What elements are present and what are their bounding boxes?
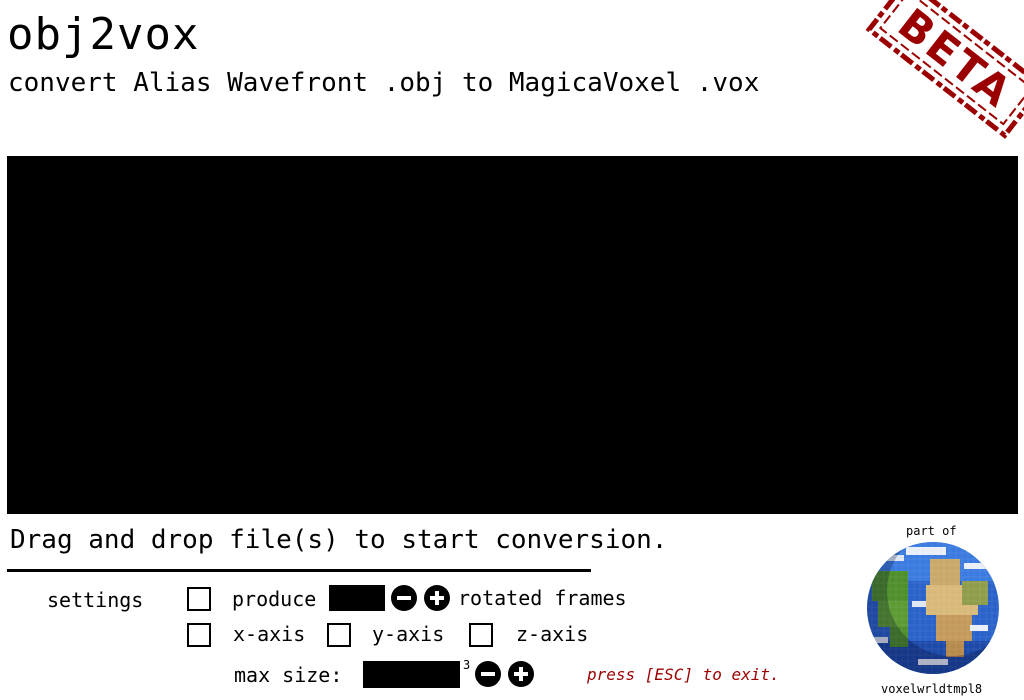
rotated-frames-label: rotated frames: [458, 586, 627, 610]
x-axis-label: x-axis: [233, 622, 306, 646]
frames-decrement-button[interactable]: [391, 585, 417, 611]
z-axis-checkbox[interactable]: [469, 623, 493, 647]
drop-hint: Drag and drop file(s) to start conversio…: [10, 525, 668, 555]
project-name-label: voxelwrldtmpl8: [881, 682, 983, 696]
exit-hint: press [ESC] to exit.: [587, 665, 780, 684]
max-size-superscript: 3: [463, 658, 471, 672]
produce-label: produce: [232, 587, 317, 611]
part-of-label: part of: [906, 524, 957, 538]
app-title: obj2vox: [7, 9, 200, 60]
y-axis-label: y-axis: [372, 622, 445, 646]
max-size-decrement-button[interactable]: [475, 661, 501, 687]
divider: [7, 569, 591, 572]
x-axis-checkbox[interactable]: [187, 623, 211, 647]
beta-stamp: BETA: [848, 0, 1024, 150]
frames-count-input[interactable]: [329, 585, 385, 611]
produce-frames-checkbox[interactable]: [187, 587, 211, 611]
drop-zone[interactable]: [7, 156, 1018, 514]
frames-increment-button[interactable]: [424, 585, 450, 611]
max-size-input[interactable]: [363, 661, 460, 688]
voxel-globe-icon[interactable]: [866, 541, 1000, 675]
z-axis-label: z-axis: [516, 622, 589, 646]
max-size-increment-button[interactable]: [508, 661, 534, 687]
max-size-label: max size:: [234, 663, 343, 687]
y-axis-checkbox[interactable]: [327, 623, 351, 647]
settings-label: settings: [47, 588, 144, 612]
app-subtitle: convert Alias Wavefront .obj to MagicaVo…: [8, 68, 760, 98]
